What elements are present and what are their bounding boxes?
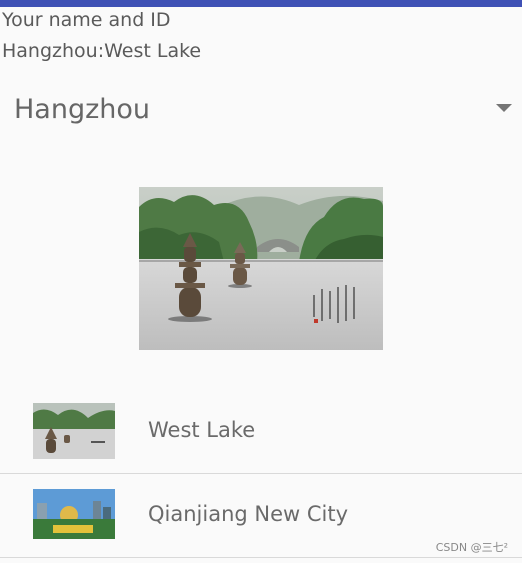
dropdown-arrow-icon[interactable] <box>496 104 512 112</box>
watermark: CSDN @三七² <box>435 541 508 554</box>
city-spinner[interactable]: Hangzhou <box>0 86 522 134</box>
selection-text: Hangzhou:West Lake <box>2 40 202 62</box>
attraction-list: West Lake Qianjiang New City <box>0 390 522 558</box>
list-item-label: West Lake <box>148 418 256 442</box>
west-lake-thumbnail <box>33 403 115 459</box>
spinner-selected-value: Hangzhou <box>14 94 151 125</box>
status-bar <box>0 0 522 7</box>
qianjiang-new-city-thumbnail <box>33 489 115 539</box>
list-item-west-lake[interactable]: West Lake <box>0 390 522 474</box>
name-id-text: Your name and ID <box>2 9 171 31</box>
west-lake-pagodas-image <box>139 187 383 350</box>
list-item-label: Qianjiang New City <box>148 502 349 526</box>
